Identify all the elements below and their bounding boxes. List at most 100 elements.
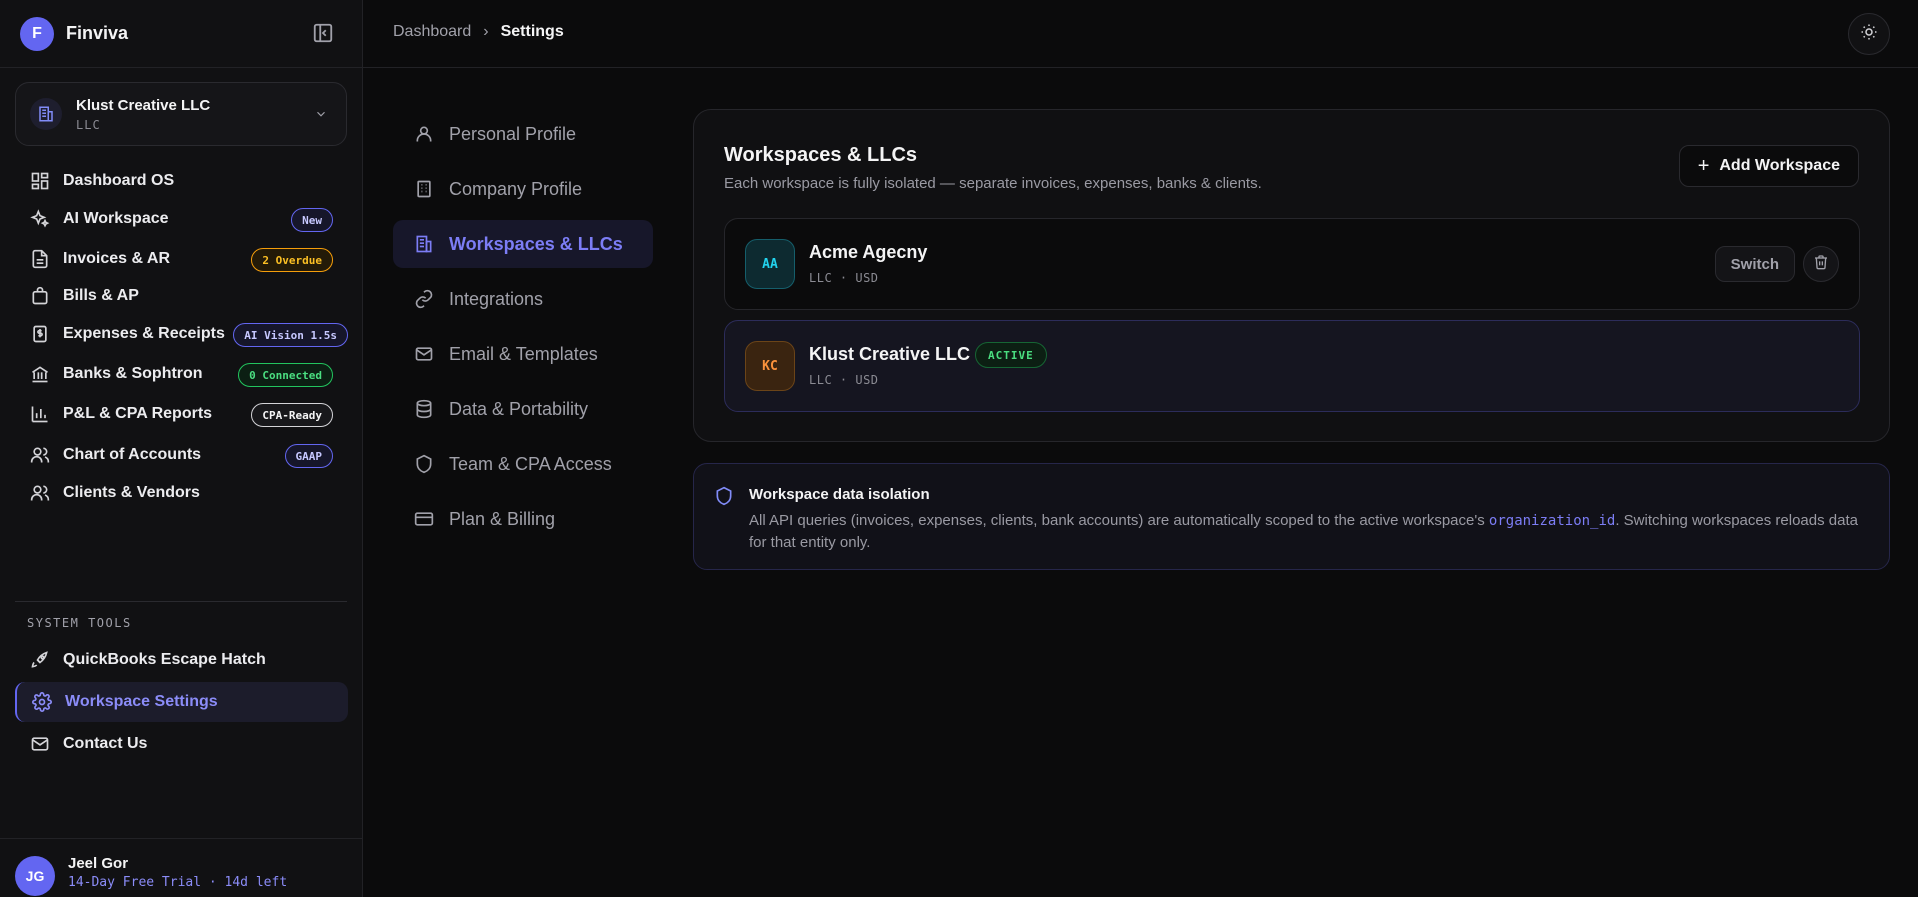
nav-label: P&L & CPA Reports — [63, 405, 213, 422]
nav-label: Invoices & AR — [63, 250, 170, 267]
avatar: JG — [15, 856, 55, 896]
rocket-icon — [29, 649, 51, 671]
nav-label: QuickBooks Escape Hatch — [63, 651, 266, 668]
buildings-icon — [413, 233, 435, 255]
brand-header: F Finviva — [0, 0, 362, 68]
user-icon — [413, 123, 435, 145]
panel-subtitle: Each workspace is fully isolated — separ… — [724, 175, 1262, 192]
nav-label: Clients & Vendors — [63, 484, 200, 501]
org-type: LLC — [76, 117, 101, 132]
nav-pl-cpa-reports[interactable]: P&L & CPA Reports CPA-Ready — [15, 395, 348, 433]
sparkles-icon — [29, 208, 51, 230]
bank-icon — [29, 363, 51, 385]
settings-tab-plan-billing[interactable]: Plan & Billing — [393, 495, 653, 543]
nav-quickbooks-escape-hatch[interactable]: QuickBooks Escape Hatch — [15, 641, 348, 679]
workspace-row-active[interactable]: KC Klust Creative LLC ACTIVE LLC · USD — [724, 320, 1860, 412]
buildings-icon — [30, 98, 62, 130]
settings-tab-label: Workspaces & LLCs — [449, 233, 623, 254]
nav-clients-vendors[interactable]: Clients & Vendors — [15, 474, 348, 512]
nav-label: Banks & Sophtron — [63, 365, 203, 382]
shield-icon — [413, 453, 435, 475]
notice-text: All API queries (invoices, expenses, cli… — [749, 512, 1489, 529]
nav-workspace-settings[interactable]: Workspace Settings — [15, 682, 348, 722]
nav-ai-workspace[interactable]: AI Workspace New — [15, 200, 348, 238]
nav-label: Contact Us — [63, 735, 148, 752]
nav-contact-us[interactable]: Contact Us — [15, 725, 348, 763]
brand-logo: F — [20, 16, 54, 51]
workspace-avatar: AA — [745, 239, 795, 289]
settings-tab-workspaces-llcs[interactable]: Workspaces & LLCs — [393, 220, 653, 268]
users-icon — [29, 482, 51, 504]
add-workspace-button[interactable]: + Add Workspace — [1678, 145, 1859, 187]
nav-banks-sophtron[interactable]: Banks & Sophtron 0 Connected — [15, 355, 348, 393]
workspace-avatar: KC — [745, 341, 795, 391]
settings-tab-label: Team & CPA Access — [449, 453, 612, 474]
notice-code: organization_id — [1488, 513, 1616, 529]
connected-badge: 0 Connected — [238, 363, 333, 387]
settings-tab-label: Data & Portability — [449, 398, 589, 419]
nav-label: Workspace Settings — [65, 693, 218, 710]
nav-expenses-receipts[interactable]: Expenses & Receipts AI Vision 1.5s — [15, 315, 348, 353]
org-switcher[interactable]: Klust Creative LLC LLC — [15, 82, 347, 146]
settings-tab-team-cpa-access[interactable]: Team & CPA Access — [393, 440, 653, 488]
nav-label: Bills & AP — [63, 287, 139, 304]
workspace-row[interactable]: AA Acme Agecny LLC · USD Switch — [724, 218, 1860, 310]
nav-chart-of-accounts[interactable]: Chart of Accounts GAAP — [15, 436, 348, 474]
settings-tab-email-templates[interactable]: Email & Templates — [393, 330, 653, 378]
cpa-ready-badge: CPA-Ready — [251, 403, 333, 427]
user-profile[interactable]: JG Jeel Gor 14-Day Free Trial · 14d left — [0, 838, 363, 897]
nav-bills-ap[interactable]: Bills & AP — [15, 277, 348, 315]
trial-status: 14-Day Free Trial · 14d left — [68, 875, 288, 890]
delete-workspace-button[interactable] — [1803, 246, 1839, 282]
new-badge: New — [291, 208, 333, 232]
add-workspace-label: Add Workspace — [1719, 157, 1840, 174]
settings-tab-label: Email & Templates — [449, 343, 598, 364]
plus-icon: + — [1697, 154, 1710, 177]
notice-body: All API queries (invoices, expenses, cli… — [749, 510, 1864, 553]
nav-dashboard-os[interactable]: Dashboard OS — [15, 162, 348, 200]
collapse-sidebar-icon[interactable] — [312, 22, 334, 44]
link-icon — [413, 288, 435, 310]
org-name: Klust Creative LLC — [76, 96, 211, 114]
nav-label: AI Workspace — [63, 210, 169, 227]
notice-title: Workspace data isolation — [749, 486, 930, 503]
settings-tab-label: Personal Profile — [449, 123, 577, 144]
grid-icon — [29, 170, 51, 192]
gear-icon — [31, 691, 53, 713]
active-badge: ACTIVE — [975, 342, 1047, 368]
nav-divider — [15, 601, 347, 602]
workspace-name: Klust Creative LLC — [809, 344, 971, 364]
building-icon — [413, 178, 435, 200]
settings-tab-company-profile[interactable]: Company Profile — [393, 165, 653, 213]
workspace-name: Acme Agecny — [809, 242, 928, 262]
nav-label: Chart of Accounts — [63, 446, 202, 463]
workspace-meta: LLC · USD — [809, 271, 879, 285]
breadcrumb-current: Settings — [500, 23, 564, 40]
card-icon — [413, 508, 435, 530]
breadcrumb-separator: › — [483, 23, 489, 40]
users-icon — [29, 444, 51, 466]
database-icon — [413, 398, 435, 420]
settings-tab-integrations[interactable]: Integrations — [393, 275, 653, 323]
nav-label: Dashboard OS — [63, 172, 175, 189]
sun-icon — [1860, 23, 1878, 46]
chevron-down-icon — [314, 107, 328, 126]
workspace-meta: LLC · USD — [809, 373, 879, 387]
gaap-badge: GAAP — [284, 444, 333, 468]
ai-vision-badge: AI Vision 1.5s — [233, 323, 348, 347]
brand-name: Finviva — [66, 23, 129, 43]
workspaces-panel: Workspaces & LLCs Each workspace is full… — [693, 109, 1890, 442]
topbar: Dashboard › Settings — [363, 0, 1918, 68]
settings-tab-data-portability[interactable]: Data & Portability — [393, 385, 653, 433]
settings-tab-personal-profile[interactable]: Personal Profile — [393, 110, 653, 158]
mail-icon — [413, 343, 435, 365]
nav-invoices-ar[interactable]: Invoices & AR 2 Overdue — [15, 240, 348, 278]
panel-title: Workspaces & LLCs — [724, 144, 918, 166]
bar-chart-icon — [29, 403, 51, 425]
data-isolation-notice: Workspace data isolation All API queries… — [693, 463, 1890, 570]
breadcrumb-dashboard[interactable]: Dashboard — [393, 23, 471, 41]
section-label: SYSTEM TOOLS — [27, 616, 132, 630]
bag-icon — [29, 285, 51, 307]
theme-toggle-button[interactable] — [1848, 13, 1890, 55]
switch-workspace-button[interactable]: Switch — [1714, 246, 1795, 282]
